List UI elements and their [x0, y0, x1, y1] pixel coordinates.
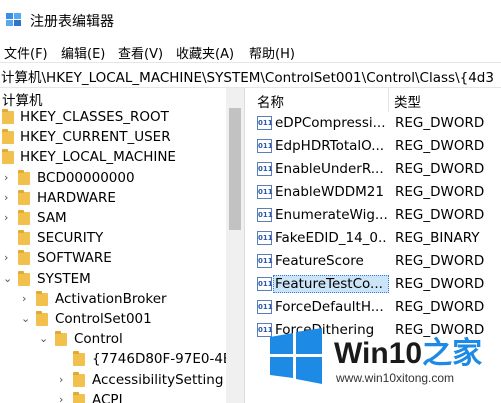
- list-row[interactable]: 011 FakeEDID_14_0... REG_BINARY: [251, 227, 501, 250]
- tree-scrollbar[interactable]: [226, 88, 244, 403]
- folder-icon: [2, 149, 14, 164]
- list-row[interactable]: 011 FeatureScore REG_DWORD: [251, 250, 501, 273]
- chevron-right-icon[interactable]: ›: [22, 292, 26, 305]
- scrollbar-thumb[interactable]: [229, 108, 241, 230]
- list-row[interactable]: 011 EnumerateWig... REG_DWORD: [251, 204, 501, 227]
- folder-icon: [18, 170, 30, 185]
- menu-view[interactable]: 查看(V): [118, 43, 163, 62]
- list-row[interactable]: 011 EnableUnderR... REG_DWORD: [251, 158, 501, 181]
- chevron-down-icon[interactable]: ⌄: [21, 312, 30, 325]
- menu-bar: 文件(F) 编辑(E) 查看(V) 收藏夹(A) 帮助(H): [0, 40, 501, 62]
- reg-dword-icon: 011: [257, 139, 273, 153]
- reg-dword-icon: 011: [257, 254, 273, 268]
- watermark: Win10之家 www.win10xitong.com: [264, 322, 501, 403]
- address-bar[interactable]: 计算机\HKEY_LOCAL_MACHINE\SYSTEM\ControlSet…: [0, 62, 501, 88]
- reg-dword-icon: 011: [257, 185, 273, 199]
- folder-icon: [55, 331, 67, 346]
- chevron-right-icon[interactable]: ›: [59, 393, 63, 403]
- list-row[interactable]: 011 ForceDefaultH... REG_DWORD: [251, 296, 501, 319]
- chevron-right-icon[interactable]: ›: [4, 191, 8, 204]
- column-header-name[interactable]: 名称: [251, 88, 388, 112]
- chevron-down-icon[interactable]: ⌄: [3, 272, 12, 285]
- folder-icon: [18, 250, 30, 265]
- folder-icon: [73, 392, 85, 403]
- folder-icon: [73, 351, 85, 366]
- watermark-brand: Win10之家: [334, 337, 483, 370]
- reg-dword-icon: 011: [257, 208, 273, 222]
- regedit-icon: [6, 13, 21, 26]
- windows-logo-icon: [270, 328, 322, 384]
- folder-icon: [2, 129, 14, 144]
- tree-pane: 计算机 HKEY_CLASSES_ROOT HKEY_CURRENT_USER …: [0, 88, 226, 403]
- folder-icon: [18, 271, 30, 286]
- address-path[interactable]: 计算机\HKEY_LOCAL_MACHINE\SYSTEM\ControlSet…: [1, 66, 494, 86]
- menu-edit[interactable]: 编辑(E): [61, 43, 105, 62]
- folder-icon: [18, 190, 30, 205]
- title-bar: 注册表编辑器: [0, 0, 501, 40]
- watermark-url: www.win10xitong.com: [336, 371, 455, 385]
- list-row-selected[interactable]: 011 FeatureTestCo... REG_DWORD: [251, 273, 501, 296]
- window-title: 注册表编辑器: [30, 14, 114, 30]
- chevron-down-icon[interactable]: ⌄: [39, 332, 48, 345]
- menu-favorites[interactable]: 收藏夹(A): [176, 43, 234, 62]
- folder-icon: [36, 311, 48, 326]
- column-header-type[interactable]: 类型: [388, 88, 501, 112]
- folder-icon: [73, 372, 85, 387]
- folder-icon: [2, 109, 14, 124]
- chevron-right-icon[interactable]: ›: [4, 211, 8, 224]
- chevron-right-icon[interactable]: ›: [4, 251, 8, 264]
- pane-splitter[interactable]: [244, 88, 251, 403]
- reg-binary-icon: 011: [257, 231, 273, 245]
- list-row[interactable]: 011 EdpHDRTotalO... REG_DWORD: [251, 135, 501, 158]
- menu-file[interactable]: 文件(F): [4, 43, 48, 62]
- folder-icon: [18, 230, 30, 245]
- menu-help[interactable]: 帮助(H): [249, 43, 295, 62]
- folder-icon: [36, 291, 48, 306]
- reg-dword-icon: 011: [257, 116, 273, 130]
- reg-dword-icon: 011: [257, 300, 273, 314]
- reg-dword-icon: 011: [257, 162, 273, 176]
- list-row[interactable]: 011 eDPCompressi... REG_DWORD: [251, 112, 501, 135]
- chevron-right-icon[interactable]: ›: [4, 171, 8, 184]
- folder-icon: [18, 210, 30, 225]
- reg-dword-icon: 011: [257, 277, 273, 291]
- list-row[interactable]: 011 EnableWDDM21 REG_DWORD: [251, 181, 501, 204]
- chevron-right-icon[interactable]: ›: [59, 373, 63, 386]
